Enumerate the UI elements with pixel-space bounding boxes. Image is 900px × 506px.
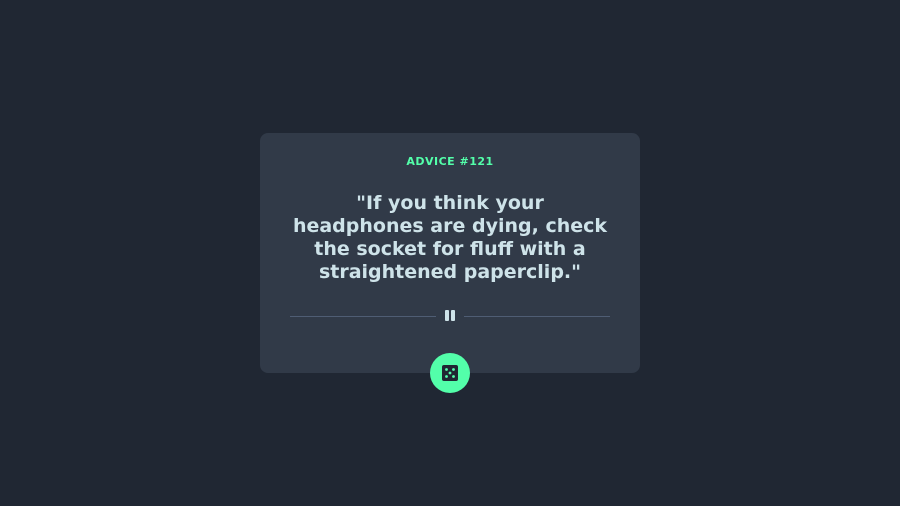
- pause-icon: [444, 310, 456, 322]
- advice-quote: "If you think your headphones are dying,…: [292, 192, 608, 283]
- divider-line-left: [290, 316, 436, 317]
- divider-line-right: [464, 316, 610, 317]
- new-advice-button[interactable]: [430, 353, 470, 393]
- divider: [290, 309, 610, 323]
- advice-card: ADVICE #121 "If you think your headphone…: [260, 133, 640, 373]
- advice-id: ADVICE #121: [406, 155, 494, 168]
- dice-icon: [442, 365, 458, 381]
